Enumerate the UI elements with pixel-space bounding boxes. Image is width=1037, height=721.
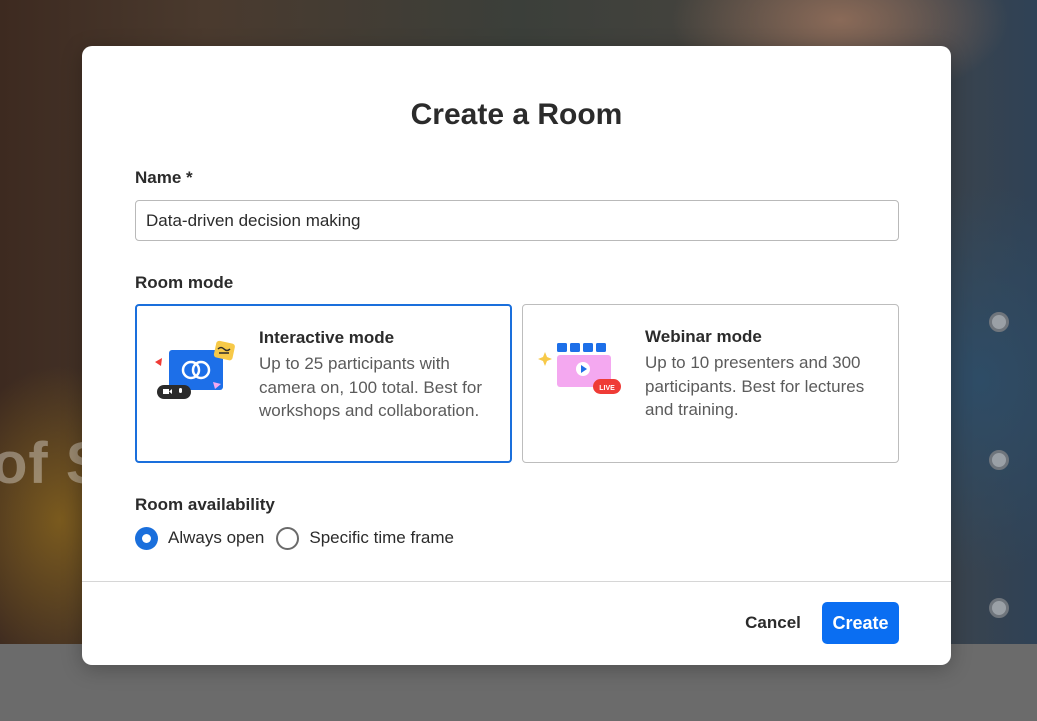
webinar-mode-description: Up to 10 presenters and 300 participants…: [645, 353, 865, 419]
interactive-mode-title: Interactive mode: [259, 328, 395, 347]
live-badge: LIVE: [599, 385, 615, 392]
dialog-title: Create a Room: [410, 98, 623, 131]
background-jacket-button: [989, 450, 1009, 470]
interactive-mode-icon: [155, 340, 235, 399]
availability-radio-group: Always open Specific time frame: [135, 526, 466, 550]
background-jacket-button: [989, 598, 1009, 618]
webinar-mode-title: Webinar mode: [645, 327, 762, 346]
room-availability-label: Room availability: [135, 495, 275, 514]
interactive-mode-card[interactable]: Interactive mode Up to 25 participants w…: [135, 304, 512, 463]
room-mode-label: Room mode: [135, 273, 234, 292]
create-button[interactable]: Create: [822, 602, 899, 644]
specific-time-frame-label: Specific time frame: [309, 528, 454, 547]
interactive-mode-description: Up to 25 participants with camera on, 10…: [259, 354, 483, 420]
specific-time-frame-option[interactable]: Specific time frame: [276, 526, 454, 550]
name-label: Name *: [135, 168, 193, 187]
footer-divider: [82, 581, 951, 582]
cancel-button[interactable]: Cancel: [734, 602, 812, 644]
background-jacket-button: [989, 312, 1009, 332]
always-open-radio[interactable]: [135, 526, 158, 550]
room-name-input[interactable]: [135, 200, 899, 241]
always-open-label: Always open: [168, 528, 265, 547]
webinar-mode-icon: LIVE: [538, 343, 621, 394]
specific-time-frame-radio[interactable]: [276, 526, 300, 550]
always-open-option[interactable]: Always open: [135, 526, 265, 550]
webinar-mode-card[interactable]: LIVE Webinar mode Up to 10 presenters an…: [522, 304, 899, 463]
create-room-dialog: Create a Room Name * Room mode Interacti…: [82, 46, 951, 665]
